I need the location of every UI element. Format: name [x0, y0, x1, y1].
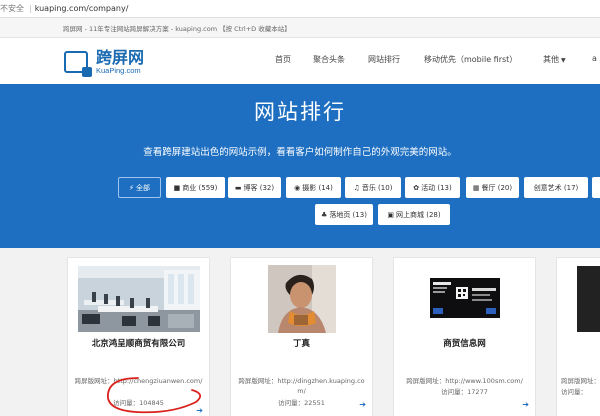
site-header: 跨屏网 KuaPing.com 首页 聚合头条 网站排行 移动优先（mobile… [0, 38, 600, 84]
nav-other[interactable]: 其他 ▼ [543, 54, 566, 65]
filter-label: 餐厅 (20) [481, 183, 513, 192]
card-visits: 访问量：22551 [278, 399, 325, 407]
office-thumbnail[interactable] [78, 266, 200, 332]
filter-label: 活动 (13) [421, 183, 452, 192]
card-4-thumbnail[interactable] [577, 266, 600, 332]
card-visits: 访问量： [561, 388, 587, 396]
browser-address-bar[interactable]: 不安全 | kuaping.com/company/ [0, 0, 600, 18]
filter-restaurant[interactable]: ▦ 餐厅 (20) [466, 177, 519, 198]
cart-icon: ▣ [387, 210, 394, 219]
filter-label: 全部 [135, 183, 150, 192]
nav-home[interactable]: 首页 [275, 54, 291, 65]
card-url[interactable]: 跨屏版网址：http://www.100sm.com/ [400, 376, 529, 386]
arrow-right-icon[interactable]: ➔ [359, 400, 366, 409]
filter-label: 博客 (32) [243, 183, 275, 192]
business-card-image [430, 278, 500, 318]
site-card-4[interactable]: 跨屏版网址： 访问量： ➔ [556, 257, 600, 416]
filter-label: 音乐 (10) [361, 183, 393, 192]
page-title: 网站排行 [254, 100, 346, 124]
url-text[interactable]: kuaping.com/company/ [35, 4, 129, 13]
site-card-2[interactable]: 丁真 跨屏版网址：http://dingzhen.kuaping.com/ 访问… [230, 257, 373, 416]
nav-ranking[interactable]: 网站排行 [368, 54, 400, 65]
filter-music[interactable]: ♫ 音乐 (10) [345, 177, 401, 198]
briefcase-icon: ■ [173, 183, 181, 192]
blog-icon: ▬ [234, 183, 242, 192]
filter-label: 落地页 (13) [329, 210, 367, 219]
card-title[interactable]: 丁真 [231, 337, 372, 349]
business-card-thumbnail[interactable] [430, 278, 500, 318]
bolt-icon: ⚡ [129, 183, 134, 192]
card-url[interactable]: 跨屏版网址： [561, 376, 600, 386]
filter-shop[interactable]: ▣ 网上商城 (28) [378, 204, 450, 225]
filter-label: 商业 (559) [182, 183, 218, 192]
ranking-banner: 网站排行 查看跨屏建站出色的网站示例，看看客户如何制作自己的外观完美的网站。 ⚡… [0, 84, 600, 248]
card-url[interactable]: 跨屏版网址：http://dingzhen.kuaping.com/ [237, 376, 366, 396]
filter-label: 创意艺术 (17) [533, 183, 579, 192]
security-label: 不安全 [0, 4, 24, 13]
top-strip-text: 跨屏网 - 11年专注网站跨屏解决方案 - kuaping.com 【按 Ctr… [63, 24, 291, 33]
nav-mobile-first[interactable]: 移动优先（mobile first） [424, 54, 517, 65]
card-visits: 访问量：104845 [113, 399, 164, 407]
camera-icon: ◉ [294, 183, 301, 192]
filter-photo[interactable]: ◉ 摄影 (14) [286, 177, 341, 198]
card-visits: 访问量：17277 [441, 388, 488, 396]
page-subtitle: 查看跨屏建站出色的网站示例，看看客户如何制作自己的外观完美的网站。 [143, 147, 457, 158]
filter-overflow[interactable] [592, 177, 600, 198]
arrow-right-icon[interactable]: ➔ [522, 400, 529, 409]
top-info-strip: 跨屏网 - 11年专注网站跨屏解决方案 - kuaping.com 【按 Ctr… [0, 18, 600, 38]
card-title[interactable]: 北京鸿呈顺商贸有限公司 [68, 337, 209, 349]
filter-all[interactable]: ⚡ 全部 [118, 177, 161, 198]
nav-overflow[interactable]: a [592, 54, 597, 63]
url-separator: | [29, 4, 32, 13]
filter-landing[interactable]: ♣ 落地页 (13) [315, 204, 373, 225]
filter-business[interactable]: ■ 商业 (559) [166, 177, 225, 198]
portrait-photo-image [268, 265, 336, 333]
filter-creative[interactable]: 创意艺术 (17) [524, 177, 588, 198]
nav-news[interactable]: 聚合头条 [313, 54, 345, 65]
site-card-1[interactable]: 北京鸿呈顺商贸有限公司 跨屏版网址：http://chengziuanwen.c… [67, 257, 210, 416]
landing-icon: ♣ [321, 210, 328, 219]
card-url[interactable]: 跨屏版网址：http://chengziuanwen.com/ [74, 376, 203, 386]
caret-down-icon: ▼ [561, 57, 566, 64]
filter-label: 网上商城 (28) [396, 210, 441, 219]
site-card-3[interactable]: 商贸信息网 跨屏版网址：http://www.100sm.com/ 访问量：17… [393, 257, 536, 416]
office-photo-image [78, 266, 200, 332]
arrow-right-icon[interactable]: ➔ [196, 406, 203, 415]
filter-blog[interactable]: ▬ 博客 (32) [228, 177, 281, 198]
nav-other-label: 其他 [543, 55, 559, 64]
music-icon: ♫ [353, 183, 360, 192]
filter-events[interactable]: ✿ 活动 (13) [405, 177, 460, 198]
event-icon: ✿ [413, 183, 420, 192]
card-title[interactable]: 商贸信息网 [394, 337, 535, 349]
restaurant-icon: ▦ [472, 183, 480, 192]
portrait-thumbnail[interactable] [268, 265, 336, 333]
main-nav: 首页 聚合头条 网站排行 移动优先（mobile first） 其他 ▼ a [0, 54, 600, 68]
filter-label: 摄影 (14) [302, 183, 333, 192]
